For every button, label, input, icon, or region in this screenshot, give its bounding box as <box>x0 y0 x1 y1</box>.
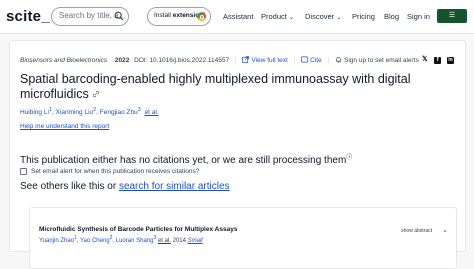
publication-card: Biosensors and Bioelectronics 2022 DOI: … <box>9 40 466 269</box>
info-icon[interactable]: ⓘ <box>346 155 352 161</box>
cite-button[interactable]: Cite <box>301 56 323 64</box>
author-link[interactable]: Huibing Li1 <box>20 107 52 116</box>
nav-product[interactable]: Product ⌄ <box>261 12 294 21</box>
chevron-down-icon: ⌄ <box>336 15 342 21</box>
author-link[interactable]: Yuanjin Zhao1 <box>39 235 77 244</box>
search-similar-articles-link[interactable]: search for similar articles <box>119 181 230 192</box>
scite-logo[interactable]: scite_ <box>6 8 50 25</box>
show-abstract-button[interactable]: show abstract <box>401 228 432 234</box>
author-link[interactable]: Fengjiao Zhu3 <box>100 107 141 116</box>
author-list: Huibing Li1, Xianming Liu2, Fengjiao Zhu… <box>20 107 159 117</box>
see-others-heading: See others like this or search for simil… <box>20 181 230 192</box>
nav-blog[interactable]: Blog <box>384 12 399 21</box>
divider: | <box>327 57 330 64</box>
related-article-card[interactable]: Microfluidic Synthesis of Barcode Partic… <box>29 207 457 269</box>
publication-doi[interactable]: DOI: 10.1016/j.bios.2022.114557 <box>134 57 229 64</box>
social-share: | 𝕏 f in <box>405 56 454 64</box>
no-citations-notice: This publication either has no citations… <box>20 152 352 166</box>
divider: | <box>293 57 296 64</box>
signup-button[interactable]: ☰ <box>437 9 467 23</box>
nav-assistant[interactable]: Assistant <box>223 12 253 21</box>
related-article-meta: Yuanjin Zhao1, Yao Cheng2, Luoran Shang3… <box>39 235 203 244</box>
search-icon[interactable] <box>114 11 124 21</box>
related-article-year: 2014 <box>172 238 186 244</box>
citation-alert-row: Set email alert for when this publicatio… <box>20 168 199 175</box>
help-understand-report-link[interactable]: Help me understand this report <box>20 123 109 130</box>
publication-meta: Biosensors and Bioelectronics 2022 DOI: … <box>20 56 456 66</box>
page-title: Spatial barcoding-enabled highly multipl… <box>20 72 440 101</box>
chevron-down-icon[interactable]: ⌄ <box>442 226 448 234</box>
citation-alert-checkbox[interactable] <box>20 168 27 175</box>
author-link[interactable]: Luoran Shang3 <box>116 235 156 244</box>
install-extension-button[interactable]: Install extension! <box>147 7 211 26</box>
view-full-text-link[interactable]: View full text <box>242 56 289 64</box>
et-al-link[interactable]: et al. <box>158 238 171 244</box>
link-icon[interactable] <box>92 90 100 98</box>
nav-discover[interactable]: Discover ⌄ <box>305 12 341 21</box>
linkedin-icon[interactable]: in <box>447 57 454 64</box>
signup-icon: ☰ <box>448 12 456 19</box>
journal-name[interactable]: Biosensors and Bioelectronics <box>20 57 107 64</box>
author-link[interactable]: Yao Cheng2 <box>80 235 112 244</box>
see-others-text: See others like this or <box>20 181 119 192</box>
divider: | <box>411 56 413 63</box>
facebook-icon[interactable]: f <box>434 57 442 64</box>
bell-icon <box>336 57 341 63</box>
et-al-link[interactable]: et al. <box>145 109 159 116</box>
twitter-icon[interactable]: 𝕏 <box>421 56 428 63</box>
citation-alert-label: Set email alert for when this publicatio… <box>31 168 200 175</box>
search-input[interactable]: Search by title, a... <box>51 7 129 26</box>
divider: | <box>234 57 237 64</box>
author-link[interactable]: Xianming Liu2 <box>56 107 97 116</box>
quote-icon <box>301 56 309 63</box>
nav-discover-label: Discover <box>305 12 335 21</box>
nav-pricing[interactable]: Pricing <box>352 12 375 21</box>
cite-label: Cite <box>310 57 322 64</box>
nav-product-label: Product <box>261 12 287 21</box>
related-article-title[interactable]: Microfluidic Synthesis of Barcode Partic… <box>39 226 237 233</box>
page-title-text: Spatial barcoding-enabled highly multipl… <box>20 72 411 101</box>
related-article-journal[interactable]: Small <box>188 238 203 244</box>
view-full-text-label: View full text <box>251 57 288 64</box>
chrome-icon <box>197 12 206 21</box>
top-navbar: scite_ Search by title, a... Install ext… <box>0 0 474 34</box>
publication-year: 2022 <box>114 57 130 64</box>
no-citations-text: This publication either has no citations… <box>20 155 347 166</box>
nav-signin[interactable]: Sign in <box>407 12 430 21</box>
chevron-down-icon: ⌄ <box>288 15 294 21</box>
external-link-icon <box>242 56 250 63</box>
